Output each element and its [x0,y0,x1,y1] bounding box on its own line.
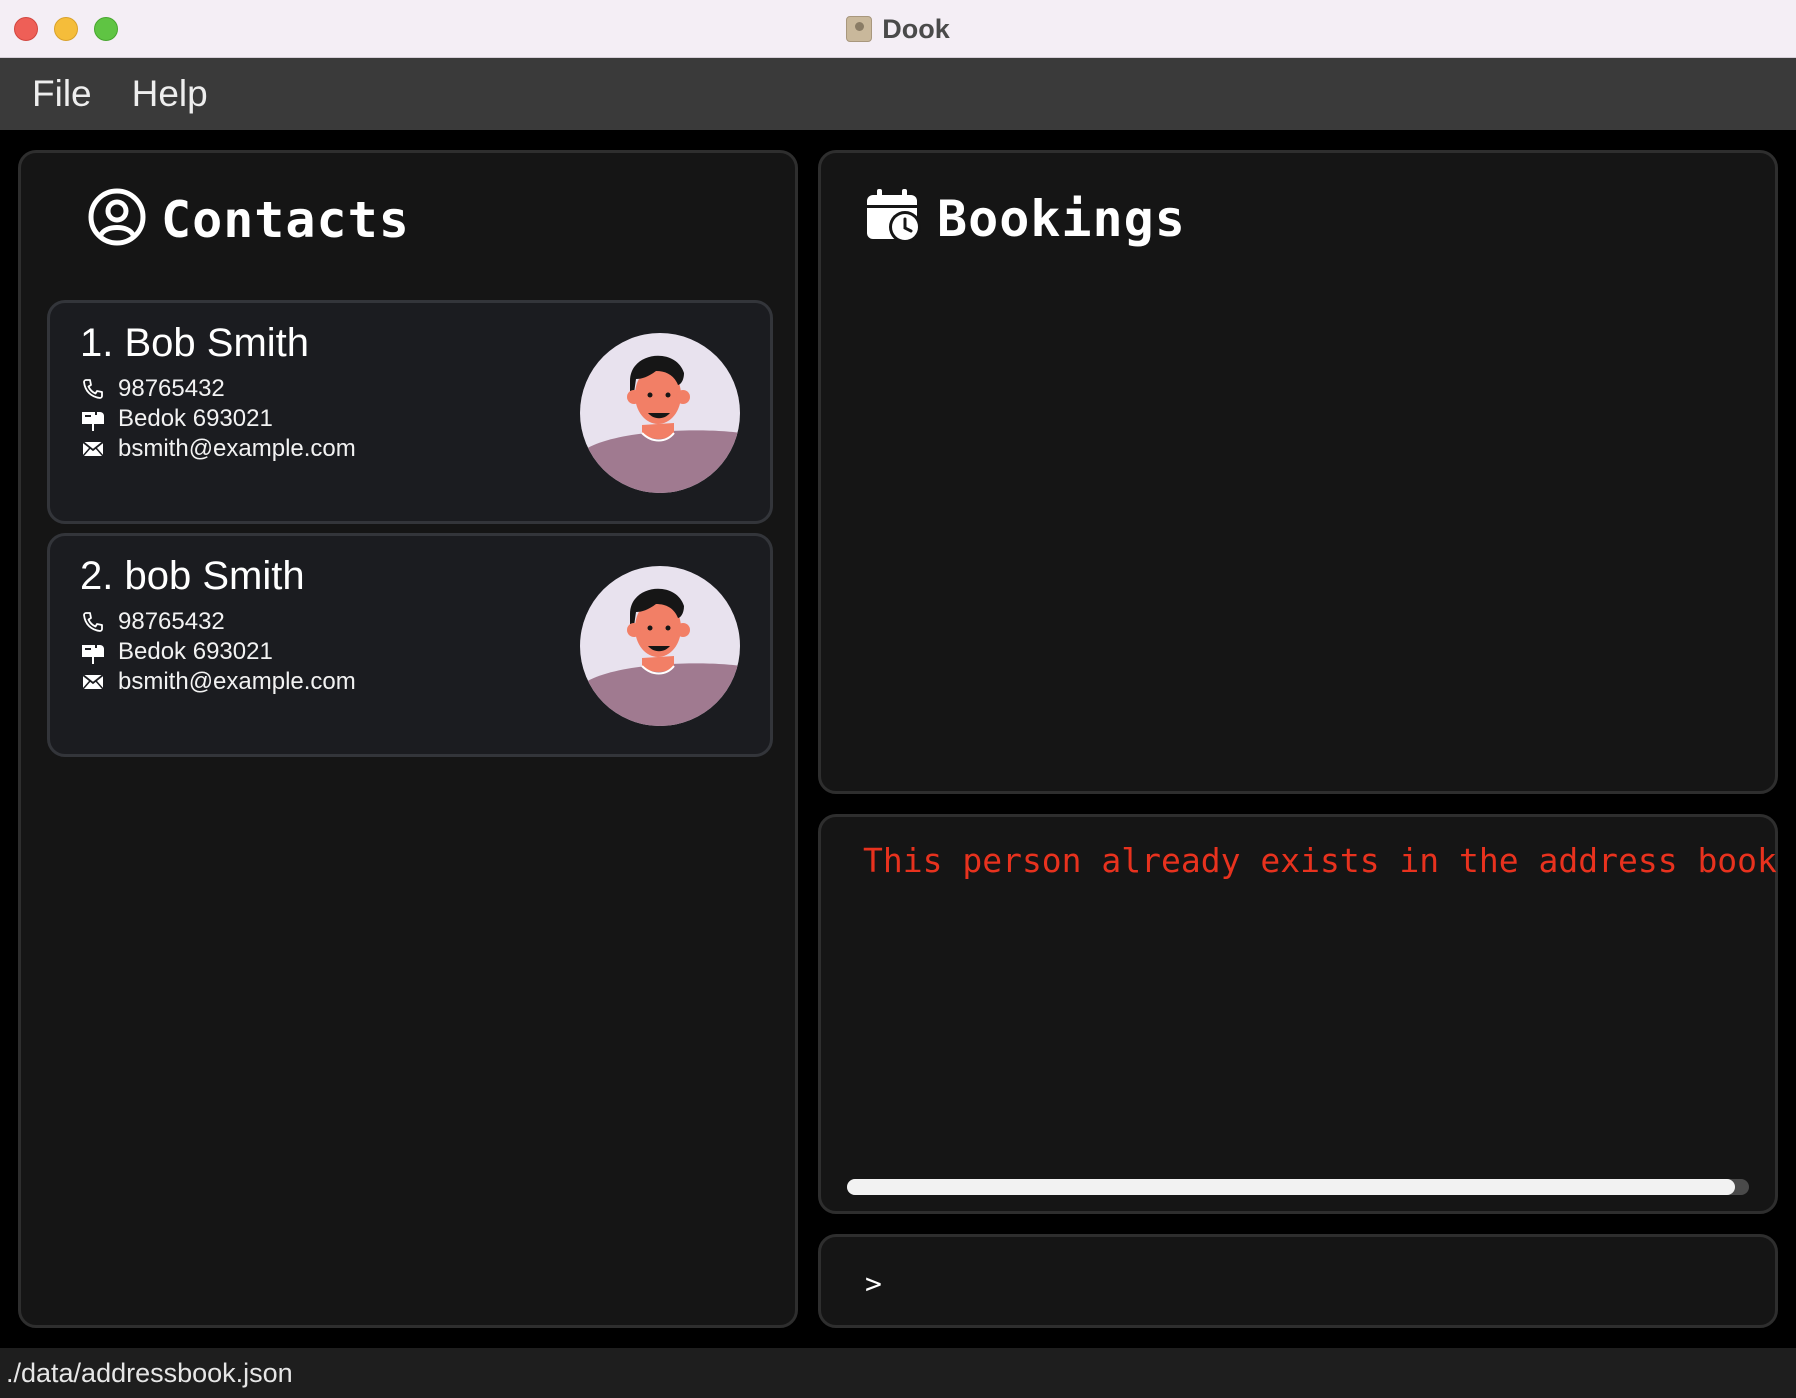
phone-icon [80,376,106,402]
contact-address: Bedok 693021 [118,405,273,432]
envelope-icon [80,669,106,695]
contact-name: 1. Bob Smith [80,321,310,365]
contact-phone: 98765432 [118,375,225,402]
user-circle-icon [87,187,147,252]
avatar [580,566,740,726]
menu-bar: File Help [0,58,1796,130]
contact-phone-row: 98765432 [80,608,225,636]
contact-phone-row: 98765432 [80,375,225,403]
horizontal-scrollbar[interactable] [847,1179,1749,1195]
contact-phone: 98765432 [118,608,225,635]
command-panel: > [818,1234,1778,1328]
app-icon [846,16,873,42]
mailbox-icon [80,406,106,432]
contact-email-row: bsmith@example.com [80,435,356,463]
envelope-icon [80,436,106,462]
contact-email: bsmith@example.com [118,435,356,462]
scrollbar-thumb[interactable] [847,1179,1736,1195]
avatar [580,333,740,493]
phone-icon [80,609,106,635]
contact-email-row: bsmith@example.com [80,668,356,696]
bookings-header: Bookings [865,187,1186,250]
contact-card[interactable]: 2. bob Smith 98765432 Bedok 693021 bsmit… [47,533,773,757]
contact-address-row: Bedok 693021 [80,405,273,433]
command-input[interactable] [901,1257,1751,1309]
contact-email: bsmith@example.com [118,668,356,695]
menu-file[interactable]: File [32,73,92,115]
status-file-path: ./data/addressbook.json [6,1357,293,1388]
bookings-panel: Bookings [818,150,1778,794]
mailbox-icon [80,639,106,665]
status-bar: ./data/addressbook.json [0,1348,1796,1398]
title-bar: Dook [0,0,1796,58]
result-message: This person already exists in the addres… [863,841,1777,880]
contact-address-row: Bedok 693021 [80,638,273,666]
contact-name: 2. bob Smith [80,554,305,598]
contact-card[interactable]: 1. Bob Smith 98765432 Bedok 693021 bsmit… [47,300,773,524]
calendar-clock-icon [865,187,923,250]
result-panel: This person already exists in the addres… [818,814,1778,1214]
window-title: Dook [882,13,950,44]
command-prompt: > [865,1267,882,1300]
contact-address: Bedok 693021 [118,638,273,665]
contacts-panel: Contacts 1. Bob Smith 98765432 Bedok 693… [18,150,798,1328]
contacts-header: Contacts [87,187,410,252]
contacts-title: Contacts [161,190,410,249]
bookings-title: Bookings [937,189,1186,248]
menu-help[interactable]: Help [132,73,208,115]
